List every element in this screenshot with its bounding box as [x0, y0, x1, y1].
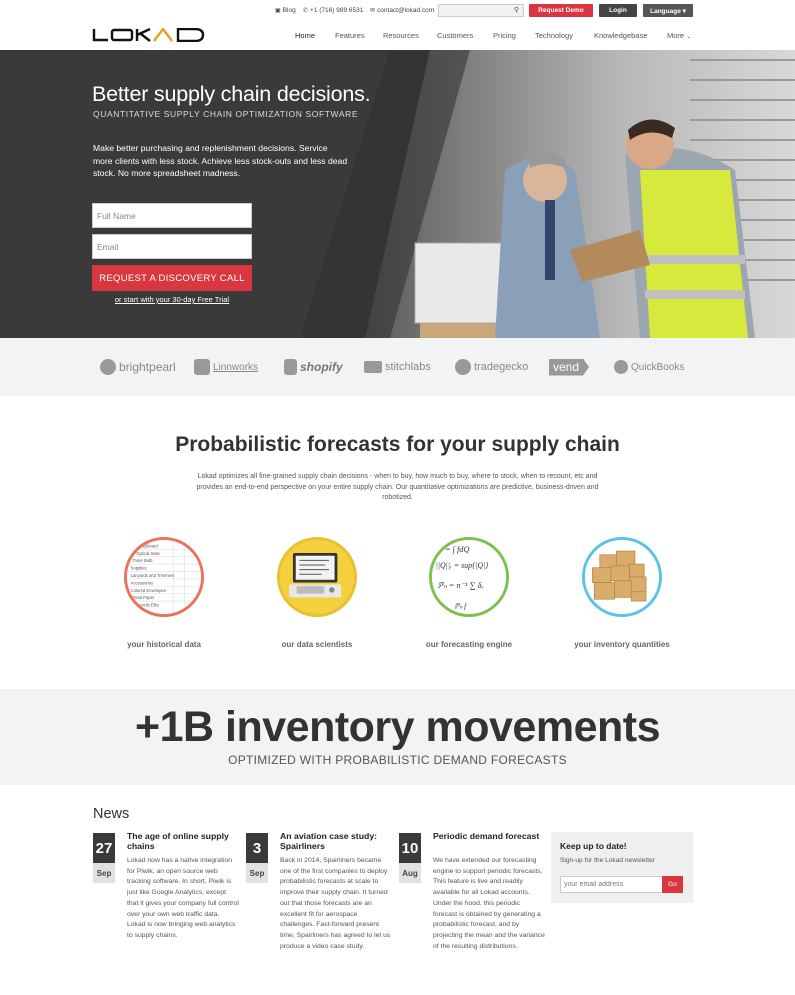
news-body: Lokad now has a native integration for P…	[127, 857, 239, 939]
brightpearl-logo-icon	[100, 359, 116, 375]
svg-text:ℙₙ f: ℙₙ f	[454, 601, 467, 610]
nav-home[interactable]: Home	[295, 31, 315, 40]
email-link[interactable]: ✉ contact@lokad.com	[370, 7, 434, 14]
news-title-link[interactable]: The age of online supply chains	[127, 831, 242, 851]
news-item: 27 Sep The age of online supply chains L…	[93, 831, 239, 981]
partner-vend[interactable]: vend	[549, 358, 590, 376]
tradegecko-logo-icon	[455, 359, 471, 375]
svg-text:Lanyards and Trimmers: Lanyards and Trimmers	[131, 573, 175, 578]
stitch-logo-icon	[364, 361, 382, 373]
workstation-icon	[277, 537, 357, 617]
partner-quickbooks[interactable]: QuickBooks	[614, 358, 684, 376]
newsletter-email-field[interactable]	[560, 876, 663, 893]
feature-label: your historical data	[127, 640, 201, 649]
newsletter-go-button[interactable]: Go	[662, 876, 683, 893]
news-date: 3 Sep	[246, 833, 268, 883]
news-item: 3 Sep An aviation case study: Spairliner…	[246, 831, 391, 981]
svg-text:ℙₙ = n⁻¹ ∑ δₓ: ℙₙ = n⁻¹ ∑ δₓ	[438, 581, 484, 590]
nav-technology[interactable]: Technology	[535, 31, 573, 40]
news-body: We have extended our forecasting engine …	[433, 857, 545, 950]
search-icon[interactable]: ⚲	[514, 6, 519, 14]
nav-customers[interactable]: Customers	[437, 31, 473, 40]
svg-text:Supplies: Supplies	[131, 566, 147, 571]
feature-label: our data scientists	[281, 640, 353, 649]
formula-icon: = ∫ fdQ ||Q||ᵣ = sup{|Q|} ℙₙ = n⁻¹ ∑ δₓ …	[429, 537, 509, 617]
lokad-logo[interactable]	[92, 28, 206, 42]
news-date: 27 Sep	[93, 833, 115, 883]
nav-resources[interactable]: Resources	[383, 31, 419, 40]
feature-label: our forecasting engine	[425, 640, 513, 649]
hero-title: Better supply chain decisions.	[92, 82, 371, 106]
newsletter-subtitle: Sign-up for the Lokad newsletter	[560, 857, 655, 864]
nav-pricing[interactable]: Pricing	[493, 31, 516, 40]
svg-text:Accessories: Accessories	[131, 580, 153, 585]
phone-icon: ✆	[303, 8, 309, 14]
hero-section: Better supply chain decisions. QUANTITAT…	[0, 50, 795, 338]
svg-text:Toner Bulb: Toner Bulb	[133, 558, 154, 563]
nav-features[interactable]: Features	[335, 31, 365, 40]
svg-text:Colored Envelopes: Colored Envelopes	[131, 588, 166, 593]
rss-icon: ▣	[275, 8, 281, 14]
svg-text:= ∫ fdQ: = ∫ fdQ	[445, 545, 470, 555]
news-day: 3	[246, 833, 268, 863]
phone-link[interactable]: ✆ +1 (716) 989 6531	[303, 7, 363, 14]
stat-subtitle: OPTIMIZED WITH PROBABILISTIC DEMAND FORE…	[228, 753, 567, 767]
main-nav: Home Features Resources Customers Pricin…	[0, 22, 795, 50]
news-title-link[interactable]: Periodic demand forecast	[433, 831, 548, 842]
stat-band: +1B inventory movements OPTIMIZED WITH P…	[0, 689, 795, 785]
hero-intro: Make better purchasing and replenishment…	[93, 143, 348, 179]
news-heading: News	[93, 806, 130, 822]
stat-headline: +1B inventory movements	[135, 703, 661, 751]
svg-text:Optical Suite: Optical Suite	[136, 551, 160, 556]
full-name-field[interactable]	[92, 203, 252, 228]
partner-shopify[interactable]: shopify	[284, 358, 343, 376]
news-day: 27	[93, 833, 115, 863]
partner-linnworks[interactable]: Linnworks	[194, 358, 258, 376]
nav-more[interactable]: More ⌄	[667, 31, 691, 40]
feature-label: your inventory quantities	[574, 640, 670, 649]
hero-tagline: QUANTITATIVE SUPPLY CHAIN OPTIMIZATION S…	[93, 109, 359, 119]
free-trial-link[interactable]: or start with your 30-day Free Trial	[92, 295, 252, 304]
news-month: Aug	[399, 863, 421, 883]
news-title-link[interactable]: An aviation case study: Spairliners	[280, 831, 395, 851]
svg-text:Desk Paper: Desk Paper	[133, 595, 155, 600]
newsletter-title: Keep up to date!	[560, 841, 627, 851]
search-input[interactable]: ⚲	[438, 4, 524, 17]
utility-bar: ▣ Blog ✆ +1 (716) 989 6531 ✉ contact@lok…	[0, 0, 795, 22]
login-button[interactable]: Login	[599, 4, 637, 17]
partner-tradegecko[interactable]: tradegecko	[455, 358, 528, 376]
partner-logos: brightpearl Linnworks shopify stitchlabs…	[0, 338, 795, 396]
email-field[interactable]	[92, 234, 252, 259]
news-date: 10 Aug	[399, 833, 421, 883]
request-discovery-call-button[interactable]: REQUEST A DISCOVERY CALL	[92, 265, 252, 291]
news-item: 10 Aug Periodic demand forecast We have …	[399, 831, 545, 981]
blog-link[interactable]: ▣ Blog	[275, 7, 296, 14]
news-day: 10	[399, 833, 421, 863]
quickbooks-logo-icon	[614, 360, 628, 374]
svg-text:Pencils Elite: Pencils Elite	[136, 603, 159, 608]
boxes-icon	[582, 537, 662, 617]
section-title: Probabilistic forecasts for your supply …	[175, 433, 620, 456]
envelope-icon: ✉	[370, 8, 376, 14]
news-month: Sep	[246, 863, 268, 883]
spreadsheet-icon: Keyboard Optical Suite Toner Bulb Supplies…	[124, 537, 204, 617]
news-body: Back in 2014, Spairliners became one of …	[280, 857, 391, 950]
svg-text:Keyboard: Keyboard	[140, 543, 158, 548]
partner-stitchlabs[interactable]: stitchlabs	[364, 358, 431, 376]
nav-knowledgebase[interactable]: Knowledgebase	[594, 31, 647, 40]
shopify-bag-icon	[284, 359, 297, 375]
news-month: Sep	[93, 863, 115, 883]
language-dropdown[interactable]: Language ▾	[643, 4, 693, 17]
section-description: Lokad optimizes all fine-grained supply …	[196, 473, 599, 502]
chevron-down-icon: ⌄	[686, 34, 692, 40]
request-demo-button[interactable]: Request Demo	[529, 4, 593, 17]
linnworks-logo-icon	[194, 359, 210, 375]
svg-text:||Q||ᵣ = sup{|Q|}: ||Q||ᵣ = sup{|Q|}	[436, 561, 490, 570]
partner-brightpearl[interactable]: brightpearl	[100, 358, 176, 376]
